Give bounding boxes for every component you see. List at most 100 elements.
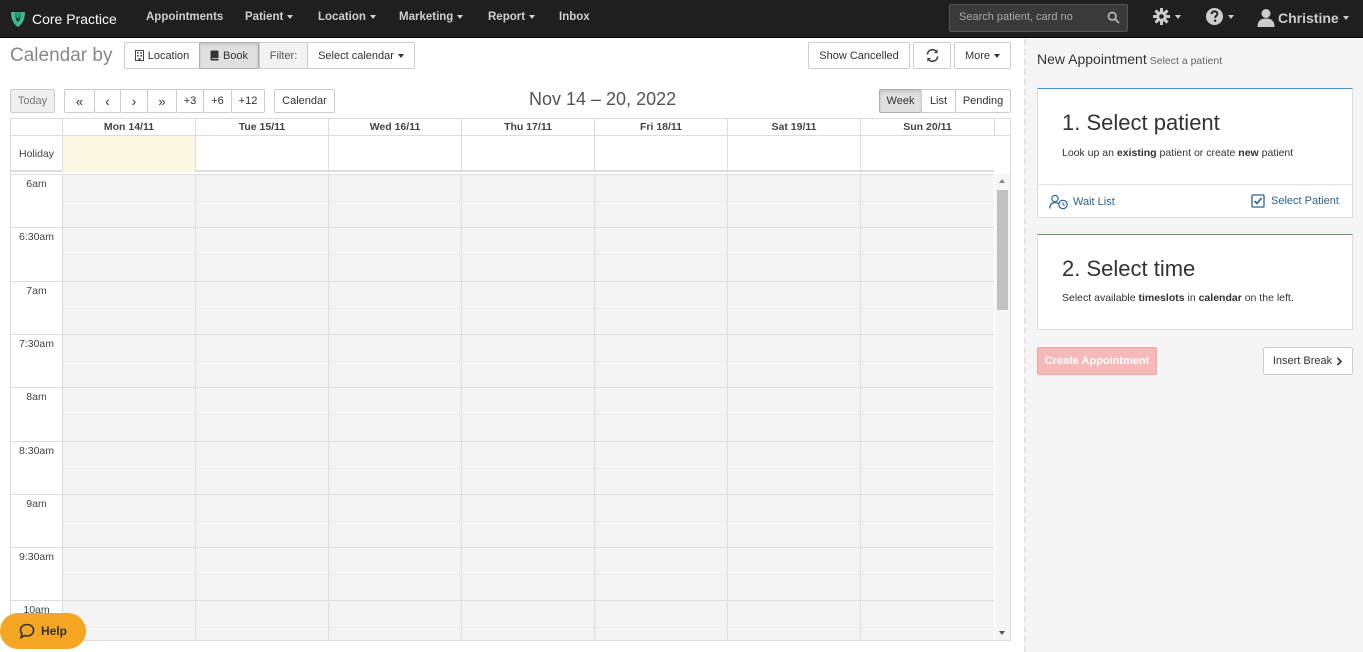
show-cancelled-button[interactable]: Show Cancelled (808, 42, 910, 69)
user-clock-icon (1049, 194, 1068, 210)
show-cancelled-label: Show Cancelled (819, 49, 899, 62)
half-slot-divider (62, 201, 994, 202)
pending-view-button[interactable]: Pending (955, 89, 1011, 113)
wait-list-link[interactable]: Wait List (1049, 194, 1115, 210)
holiday-row: Holiday (11, 136, 994, 172)
select-time-card: 2. Select time Select available timeslot… (1037, 234, 1353, 330)
patient-search-input[interactable] (959, 11, 1099, 23)
calendar-title: Calendar by (10, 45, 113, 66)
holiday-cell[interactable] (195, 136, 328, 172)
help-button[interactable]: Help (0, 613, 86, 649)
holiday-cell[interactable] (62, 136, 195, 172)
plus3-button[interactable]: +3 (176, 89, 204, 113)
scroll-up-icon[interactable] (999, 179, 1005, 183)
nav-patient-label: Patient (245, 11, 284, 23)
step1-text-bold: new (1238, 147, 1259, 159)
time-slot-row[interactable]: 9am (11, 493, 994, 547)
time-grid[interactable]: 6am 6:30am 7am 7:30am 8am 8:30am 9am 9:30am 10am (11, 174, 994, 640)
half-slot-divider (62, 254, 994, 256)
wait-list-label: Wait List (1073, 196, 1115, 208)
last-button[interactable]: » (147, 89, 177, 113)
filter-label: Filter: (259, 42, 308, 69)
day-header[interactable]: Fri 18/11 (594, 119, 727, 136)
pending-label: Pending (962, 95, 1004, 107)
step2-text-bold: timeslots (1138, 292, 1185, 304)
patient-search[interactable] (949, 4, 1128, 32)
nav-appointments[interactable]: Appointments (146, 11, 223, 23)
time-slot-row[interactable]: 9:30am (11, 547, 994, 600)
panel-title: New Appointment Select a patient (1037, 51, 1222, 67)
day-header[interactable]: Tue 15/11 (195, 119, 328, 136)
day-header[interactable]: Wed 16/11 (328, 119, 461, 136)
step2-text: in (1184, 292, 1199, 304)
settings-menu[interactable] (1152, 7, 1181, 26)
nav-inbox-label: Inbox (559, 11, 590, 23)
day-header[interactable]: Sun 20/11 (860, 119, 994, 136)
brand[interactable]: Core Practice (8, 9, 117, 29)
calendar-scrollbar[interactable] (995, 174, 1010, 640)
holiday-cell[interactable] (328, 136, 461, 172)
nav-inbox[interactable]: Inbox (559, 11, 590, 23)
date-range-title: Nov 14 – 20, 2022 (529, 89, 677, 109)
time-slot-row[interactable]: 10am (11, 600, 994, 640)
user-menu[interactable]: Christine (1257, 8, 1349, 27)
double-chevron-left-icon: « (75, 93, 84, 109)
time-slot-row[interactable]: 6am (11, 174, 994, 227)
time-label: 8:30am (18, 444, 55, 457)
first-button[interactable]: « (64, 89, 95, 113)
double-chevron-right-icon: » (158, 93, 166, 109)
refresh-button[interactable] (913, 42, 951, 69)
scroll-thumb[interactable] (997, 190, 1008, 310)
book-icon (210, 50, 219, 61)
create-appointment-button[interactable]: Create Appointment (1037, 347, 1157, 375)
list-label: List (929, 95, 948, 107)
gear-icon (1152, 7, 1171, 26)
select-calendar-dropdown[interactable]: Select calendar (307, 42, 415, 69)
more-dropdown[interactable]: More (954, 42, 1011, 69)
time-slot-row[interactable]: 8:30am (11, 440, 994, 494)
day-header[interactable]: Mon 14/11 (62, 119, 195, 136)
nav-appointments-label: Appointments (146, 11, 224, 23)
calendar-label: Calendar (282, 95, 327, 107)
day-header[interactable]: Sat 19/11 (727, 119, 860, 136)
calendar-by-book-button[interactable]: Book (199, 42, 259, 69)
step2-text-bold: calendar (1198, 292, 1242, 304)
search-icon[interactable] (1107, 11, 1120, 24)
plus6-button[interactable]: +6 (203, 89, 232, 113)
select-patient-link[interactable]: Select Patient (1251, 194, 1339, 208)
holiday-cell[interactable] (594, 136, 727, 172)
next-button[interactable]: › (120, 89, 148, 113)
time-label: 6:30am (18, 231, 55, 244)
insert-break-button[interactable]: Insert Break (1263, 347, 1353, 375)
calendar-by-location-button[interactable]: Location (124, 42, 200, 69)
nav-patient[interactable]: Patient (245, 11, 294, 23)
select-calendar-label: Select calendar (318, 49, 394, 62)
nav-location[interactable]: Location (318, 11, 376, 23)
time-slot-row[interactable]: 7am (11, 280, 994, 334)
time-slot-row[interactable]: 8am (11, 387, 994, 440)
holiday-cell[interactable] (727, 136, 860, 172)
plus12-button[interactable]: +12 (231, 89, 265, 113)
day-header[interactable]: Thu 17/11 (461, 119, 594, 136)
time-slot-row[interactable]: 7:30am (11, 333, 994, 387)
nav-marketing[interactable]: Marketing (399, 11, 464, 23)
caret-down-icon (1175, 14, 1181, 19)
nav-report-label: Report (488, 11, 526, 23)
checkbox-checked-icon (1251, 194, 1265, 208)
holiday-cell[interactable] (461, 136, 594, 172)
calendar-picker-button[interactable]: Calendar (274, 89, 335, 113)
help-menu[interactable] (1205, 7, 1234, 26)
scroll-down-icon[interactable] (999, 631, 1005, 635)
book-label: Book (222, 49, 249, 62)
nav-report[interactable]: Report (488, 11, 536, 23)
list-view-button[interactable]: List (921, 89, 956, 113)
prev-button[interactable]: ‹ (94, 89, 121, 113)
step2-text: on the left. (1241, 292, 1294, 304)
today-button[interactable]: Today (10, 89, 55, 113)
time-slot-row[interactable]: 6:30am (11, 227, 994, 280)
holiday-cell[interactable] (860, 136, 994, 172)
step1-title: 1. Select patient (1062, 110, 1220, 135)
time-label: 8am (26, 391, 47, 404)
plus3-label: +3 (183, 95, 197, 107)
week-view-button[interactable]: Week (879, 89, 922, 113)
